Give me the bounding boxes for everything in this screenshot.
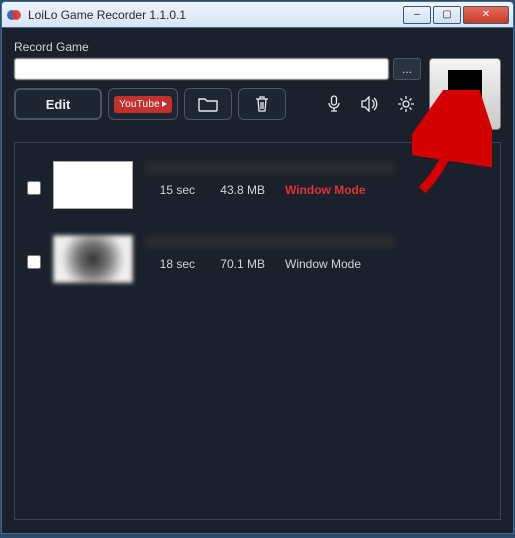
recordings-list: 15 sec 43.8 MB Window Mode 18 sec 70.1 M…: [14, 142, 501, 520]
browse-button[interactable]: ...: [393, 58, 421, 80]
recording-duration: 15 sec: [145, 183, 195, 197]
game-path-input[interactable]: [14, 58, 389, 80]
recording-thumbnail: [53, 161, 133, 209]
app-icon: [6, 7, 22, 23]
microphone-button[interactable]: [319, 91, 349, 117]
window-close-button[interactable]: ✕: [463, 6, 509, 24]
recording-size: 70.1 MB: [215, 257, 265, 271]
toolbar: Edit YouTube: [14, 88, 421, 120]
recording-mode: Window Mode: [285, 257, 375, 271]
recording-title: [145, 235, 395, 249]
window-maximize-button[interactable]: ▢: [433, 6, 461, 24]
record-hotkey-label: F6: [459, 108, 471, 119]
window-minimize-button[interactable]: –: [403, 6, 431, 24]
edit-button[interactable]: Edit: [14, 88, 102, 120]
window-title: LoiLo Game Recorder 1.1.0.1: [28, 8, 401, 22]
speaker-button[interactable]: [355, 91, 385, 117]
trash-icon: [254, 95, 270, 113]
list-item[interactable]: 18 sec 70.1 MB Window Mode: [21, 227, 494, 301]
youtube-button[interactable]: YouTube: [108, 88, 178, 120]
delete-button[interactable]: [238, 88, 286, 120]
speaker-icon: [361, 96, 379, 112]
recording-thumbnail: [53, 235, 133, 283]
open-folder-button[interactable]: [184, 88, 232, 120]
record-game-label: Record Game: [14, 40, 501, 54]
recording-duration: 18 sec: [145, 257, 195, 271]
item-checkbox[interactable]: [27, 181, 41, 195]
record-button[interactable]: F6: [429, 58, 501, 130]
list-item[interactable]: 15 sec 43.8 MB Window Mode: [21, 153, 494, 227]
item-checkbox[interactable]: [27, 255, 41, 269]
recording-size: 43.8 MB: [215, 183, 265, 197]
stop-icon: [448, 70, 482, 104]
settings-button[interactable]: [391, 91, 421, 117]
microphone-icon: [327, 95, 341, 113]
titlebar: LoiLo Game Recorder 1.1.0.1 – ▢ ✕: [2, 2, 513, 28]
recording-mode: Window Mode: [285, 183, 375, 197]
youtube-icon: YouTube: [114, 96, 172, 113]
recording-title: [145, 161, 395, 175]
gear-icon: [397, 95, 415, 113]
folder-icon: [198, 96, 218, 112]
